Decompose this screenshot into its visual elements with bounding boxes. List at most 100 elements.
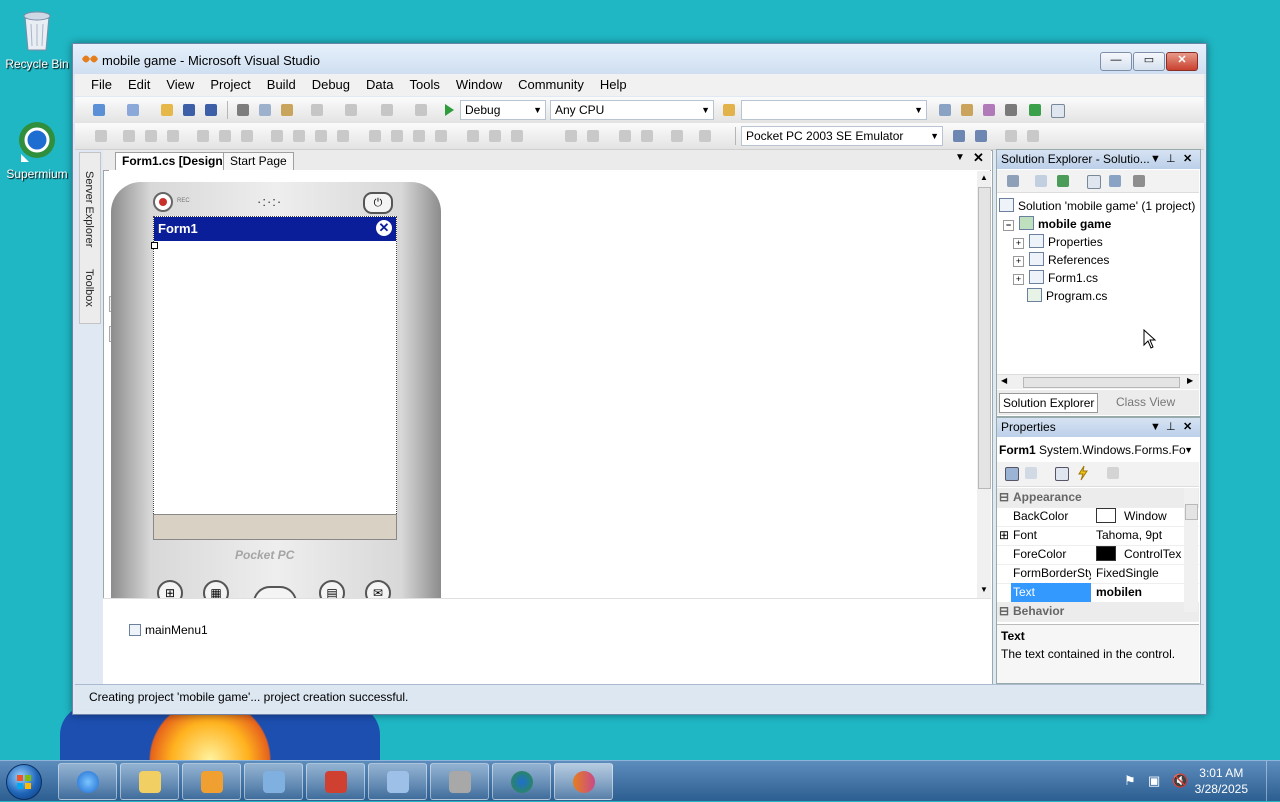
taskbar-visual-studio[interactable] bbox=[554, 763, 613, 800]
scroll-up-icon[interactable]: ▲ bbox=[980, 173, 988, 182]
close-document-icon[interactable]: ✕ bbox=[973, 150, 984, 166]
send-to-back-icon[interactable] bbox=[639, 128, 655, 144]
property-row-forecolor[interactable]: ForeColor ControlTex bbox=[997, 545, 1199, 565]
show-all-files-icon[interactable] bbox=[1033, 173, 1049, 189]
property-pages-icon[interactable] bbox=[1105, 465, 1121, 481]
center-vertically-icon[interactable] bbox=[585, 128, 601, 144]
collapse-icon[interactable]: − bbox=[1003, 220, 1014, 231]
collapse-icon[interactable]: ⊟ bbox=[999, 602, 1009, 621]
window-menu-chevron-icon[interactable]: ▼ bbox=[955, 152, 965, 163]
start-page-icon[interactable] bbox=[1027, 102, 1043, 118]
component-mainmenu1[interactable]: mainMenu1 bbox=[129, 623, 208, 637]
designer-vertical-scrollbar[interactable]: ▲ ▼ bbox=[977, 171, 991, 599]
decrease-horizontal-spacing-icon[interactable] bbox=[411, 128, 427, 144]
volume-muted-icon[interactable]: 🔇 bbox=[1172, 773, 1188, 789]
copy-icon[interactable] bbox=[257, 102, 273, 118]
tab-solution-explorer[interactable]: Solution Explorer bbox=[999, 393, 1099, 413]
target-device-select[interactable]: Pocket PC 2003 SE Emulator ▼ bbox=[741, 126, 943, 146]
inbox-hardware-button[interactable]: ✉ bbox=[365, 580, 391, 600]
taskbar-explorer[interactable] bbox=[120, 763, 179, 800]
horizontal-spacing-icon[interactable] bbox=[367, 128, 383, 144]
power-button-icon[interactable]: ⏻ bbox=[363, 192, 393, 214]
taskbar-remote-desktop[interactable] bbox=[244, 763, 303, 800]
tree-item-form1[interactable]: + Form1.cs bbox=[1013, 270, 1098, 285]
menu-edit[interactable]: Edit bbox=[120, 74, 158, 96]
make-same-size-icon[interactable] bbox=[313, 128, 329, 144]
main-menu-strip[interactable] bbox=[153, 514, 397, 540]
menu-build[interactable]: Build bbox=[259, 74, 304, 96]
new-project-icon[interactable] bbox=[91, 102, 107, 118]
center-horizontally-icon[interactable] bbox=[563, 128, 579, 144]
start-hardware-button[interactable]: ⊞ bbox=[157, 580, 183, 600]
make-same-height-icon[interactable] bbox=[291, 128, 307, 144]
align-centers-icon[interactable] bbox=[143, 128, 159, 144]
tree-item-properties[interactable]: + Properties bbox=[1013, 234, 1103, 249]
scroll-left-icon[interactable]: ◀ bbox=[1001, 376, 1007, 385]
categorized-icon[interactable] bbox=[1003, 465, 1019, 481]
property-row-font[interactable]: ⊞ Font Tahoma, 9pt bbox=[997, 526, 1199, 546]
solution-configuration-select[interactable]: Debug ▼ bbox=[460, 100, 546, 120]
supermium-desktop-icon[interactable]: Supermium bbox=[1, 118, 73, 181]
increase-horizontal-spacing-icon[interactable] bbox=[389, 128, 405, 144]
menu-window[interactable]: Window bbox=[448, 74, 510, 96]
selection-handle[interactable] bbox=[151, 242, 158, 249]
open-file-icon[interactable] bbox=[159, 102, 175, 118]
menu-tools[interactable]: Tools bbox=[401, 74, 447, 96]
find-combo[interactable]: ▼ bbox=[741, 100, 927, 120]
tree-item-project[interactable]: − mobile game bbox=[1003, 216, 1111, 231]
pin-icon[interactable]: ⊥ bbox=[1166, 150, 1176, 169]
view-designer-icon[interactable] bbox=[1107, 173, 1123, 189]
lock-controls-icon[interactable] bbox=[697, 128, 713, 144]
tab-order-icon[interactable] bbox=[669, 128, 685, 144]
remove-horizontal-spacing-icon[interactable] bbox=[433, 128, 449, 144]
tree-item-solution[interactable]: Solution 'mobile game' (1 project) bbox=[999, 198, 1195, 213]
object-selector[interactable]: Form1 System.Windows.Forms.Fo ▼ bbox=[999, 440, 1195, 460]
system-clock[interactable]: 3:01 AM 3/28/2025 bbox=[1195, 765, 1248, 797]
align-tops-icon[interactable] bbox=[195, 128, 211, 144]
dropdown-chevron-icon[interactable]: ▼ bbox=[1150, 150, 1161, 169]
menu-data[interactable]: Data bbox=[358, 74, 401, 96]
taskbar-toolbox-app[interactable] bbox=[306, 763, 365, 800]
undo-icon[interactable] bbox=[309, 102, 325, 118]
taskbar-media-player[interactable] bbox=[182, 763, 241, 800]
collapse-icon[interactable]: ⊟ bbox=[999, 488, 1009, 507]
property-row-text[interactable]: Text mobilen bbox=[997, 583, 1199, 603]
view-code-icon[interactable] bbox=[1085, 173, 1101, 189]
menu-community[interactable]: Community bbox=[510, 74, 592, 96]
property-grid-scrollbar[interactable] bbox=[1184, 488, 1198, 612]
menu-help[interactable]: Help bbox=[592, 74, 635, 96]
refresh-icon[interactable] bbox=[1055, 173, 1071, 189]
properties-icon[interactable] bbox=[1005, 173, 1021, 189]
taskbar-supermium[interactable] bbox=[492, 763, 551, 800]
scroll-right-icon[interactable]: ▶ bbox=[1187, 376, 1193, 385]
minimize-button[interactable]: — bbox=[1100, 52, 1132, 71]
expand-icon[interactable]: ⊞ bbox=[999, 526, 1009, 545]
bring-to-front-icon[interactable] bbox=[617, 128, 633, 144]
make-same-width-icon[interactable] bbox=[269, 128, 285, 144]
events-icon[interactable] bbox=[1075, 465, 1091, 481]
font-size-increase-icon[interactable] bbox=[1003, 128, 1019, 144]
navigate-forward-icon[interactable] bbox=[413, 102, 429, 118]
increase-vertical-spacing-icon[interactable] bbox=[487, 128, 503, 144]
align-to-grid-icon[interactable] bbox=[93, 128, 109, 144]
redo-icon[interactable] bbox=[343, 102, 359, 118]
close-panel-icon[interactable]: ✕ bbox=[1183, 418, 1192, 437]
category-appearance[interactable]: ⊟ Appearance bbox=[997, 488, 1199, 508]
show-desktop-button[interactable] bbox=[1266, 761, 1280, 801]
scroll-thumb[interactable] bbox=[1023, 377, 1180, 388]
scroll-down-icon[interactable]: ▼ bbox=[980, 585, 988, 594]
dropdown-chevron-icon[interactable]: ▼ bbox=[1150, 418, 1161, 437]
toolbox-tab[interactable]: Toolbox bbox=[83, 269, 95, 307]
tree-item-program[interactable]: Program.cs bbox=[1027, 288, 1107, 303]
taskbar-control-panel[interactable] bbox=[368, 763, 427, 800]
start-debugging-icon[interactable] bbox=[441, 102, 457, 118]
view-class-diagram-icon[interactable] bbox=[1131, 173, 1147, 189]
action-center-flag-icon[interactable]: ⚑ bbox=[1124, 773, 1136, 789]
device-options-icon[interactable] bbox=[951, 128, 967, 144]
tree-item-references[interactable]: + References bbox=[1013, 252, 1109, 267]
align-rights-icon[interactable] bbox=[165, 128, 181, 144]
property-row-formborderstyle[interactable]: FormBorderSty FixedSingle bbox=[997, 564, 1199, 584]
save-icon[interactable] bbox=[181, 102, 197, 118]
cut-icon[interactable] bbox=[235, 102, 251, 118]
navigate-back-icon[interactable] bbox=[379, 102, 395, 118]
